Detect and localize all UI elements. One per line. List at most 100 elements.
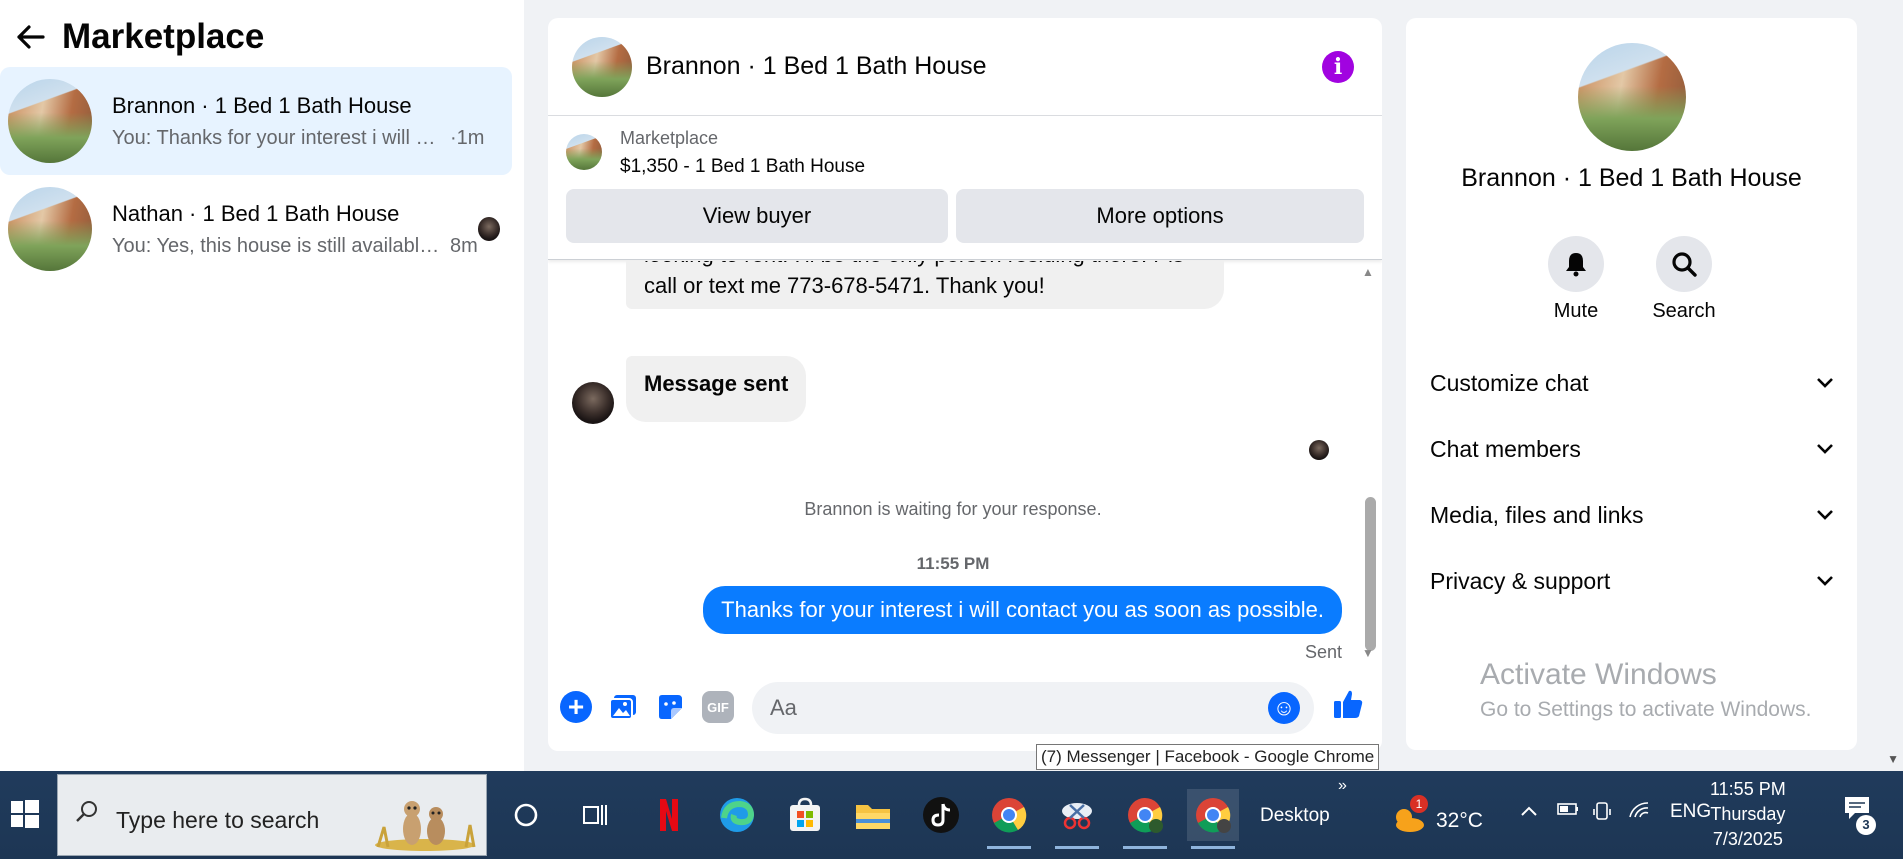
active-indicator [1055, 846, 1099, 849]
conversation-time: 8m [450, 234, 478, 257]
chevron-down-icon [1816, 571, 1834, 592]
conversation-preview: You: Thanks for your interest i will co.… [112, 126, 442, 149]
conversation-avatar [8, 79, 92, 163]
weather-widget[interactable]: 1 32°C [1390, 795, 1483, 839]
mute-button[interactable]: Mute [1536, 236, 1616, 323]
back-arrow-icon[interactable] [0, 25, 62, 49]
seen-avatar [477, 217, 500, 241]
active-indicator [1191, 846, 1235, 849]
chat-header: Brannon · 1 Bed 1 Bath House i [548, 18, 1382, 116]
scroll-up-arrow-icon[interactable]: ▲ [1362, 265, 1374, 279]
marketplace-label: Marketplace [620, 128, 719, 148]
info-icon[interactable]: i [1322, 50, 1354, 83]
cortana-icon[interactable] [500, 789, 552, 841]
clock-date: 7/3/2025 [1712, 829, 1783, 849]
chevron-up-icon[interactable] [1520, 801, 1538, 823]
taskbar: Type here to search Desktop » 1 32°C ENG… [0, 771, 1903, 859]
search-icon [74, 799, 100, 832]
chrome-icon[interactable] [983, 789, 1035, 849]
windows-start-icon[interactable] [10, 799, 40, 829]
listing-title[interactable]: $1,350 - 1 Bed 1 Bath House [620, 156, 865, 178]
photo-icon[interactable] [607, 691, 639, 723]
snipping-tool-icon[interactable] [1051, 789, 1103, 849]
listing-thumbnail[interactable] [566, 134, 602, 170]
device-icon[interactable] [1592, 801, 1612, 827]
microsoft-store-icon[interactable] [779, 789, 831, 841]
section-label: Privacy & support [1430, 568, 1611, 594]
chrome-active-window-icon[interactable] [1187, 789, 1239, 849]
profile-name: Brannon · 1 Bed 1 Bath House [1461, 164, 1802, 192]
chevron-down-icon [1816, 505, 1834, 526]
task-view-icon[interactable] [570, 789, 622, 841]
watermark-title: Activate Windows [1480, 658, 1717, 691]
active-indicator [987, 846, 1031, 849]
chevron-down-icon [1816, 439, 1834, 460]
profile-avatar[interactable] [1578, 43, 1686, 151]
meerkat-illustration-icon [375, 801, 476, 851]
scroll-down-arrow-icon[interactable]: ▼ [1362, 646, 1374, 660]
message-input-placeholder: Aa [770, 695, 797, 720]
taskbar-search-placeholder: Type here to search [116, 807, 320, 833]
bell-icon [1548, 236, 1604, 292]
incoming-message[interactable]: Message sent [626, 356, 807, 422]
toolbar-overflow-icon[interactable]: » [1338, 777, 1347, 795]
more-options-button[interactable]: More options [956, 189, 1364, 243]
weather-icon: 1 [1390, 795, 1428, 839]
clock[interactable]: 11:55 PM Thursday 7/3/2025 [1710, 777, 1786, 852]
section-label: Chat members [1430, 436, 1581, 462]
temperature: 32°C [1436, 809, 1483, 832]
section-customize-chat[interactable]: Customize chat [1430, 370, 1834, 397]
message-timestamp: 11:55 PM [916, 554, 990, 573]
language-indicator[interactable]: ENG [1670, 801, 1711, 823]
search-in-conversation-button[interactable]: Search [1644, 236, 1724, 323]
mute-label: Mute [1553, 300, 1599, 322]
chrome-profile-icon[interactable] [1119, 789, 1171, 849]
conversation-preview: You: Yes, this house is still available.… [112, 234, 442, 257]
incoming-message[interactable]: looking to rent. I'll be the only person… [626, 261, 1224, 309]
taskbar-search-box[interactable]: Type here to search [57, 774, 487, 856]
chevron-down-icon [1816, 373, 1834, 394]
page-title: Marketplace [62, 17, 265, 56]
plus-icon[interactable]: + [560, 691, 592, 723]
waiting-notice: Brannon is waiting for your response. [804, 499, 1102, 519]
netflix-icon[interactable] [643, 789, 695, 841]
section-label: Customize chat [1430, 370, 1589, 396]
clock-time: 11:55 PM [1710, 779, 1786, 799]
battery-icon[interactable] [1556, 801, 1580, 823]
watermark-subtitle: Go to Settings to activate Windows. [1480, 698, 1812, 721]
conversation-item-brannon[interactable]: Brannon · 1 Bed 1 Bath House You: Thanks… [0, 67, 512, 175]
section-media-files-links[interactable]: Media, files and links [1430, 502, 1834, 529]
tiktok-icon[interactable] [915, 789, 967, 841]
thumbs-up-icon[interactable] [1332, 688, 1364, 728]
chat-details-panel: Brannon · 1 Bed 1 Bath House Mute Search… [1406, 18, 1857, 750]
activate-windows-watermark: Activate Windows Go to Settings to activ… [1480, 658, 1812, 722]
conversation-avatar [8, 187, 92, 271]
file-explorer-icon[interactable] [847, 789, 899, 841]
message-composer: + GIF Aa ☺ [548, 678, 1382, 736]
weather-badge: 1 [1410, 795, 1428, 813]
sender-avatar[interactable] [572, 382, 614, 424]
gif-icon[interactable]: GIF [702, 691, 734, 723]
wifi-icon[interactable] [1628, 801, 1650, 825]
marketplace-listing-banner: Marketplace $1,350 - 1 Bed 1 Bath House … [548, 116, 1382, 260]
page-scroll-down-arrow-icon[interactable]: ▼ [1887, 752, 1899, 766]
read-receipt-avatar [1309, 440, 1329, 460]
section-privacy-support[interactable]: Privacy & support [1430, 568, 1834, 595]
scrollbar-thumb[interactable] [1365, 497, 1376, 651]
view-buyer-button[interactable]: View buyer [566, 189, 948, 243]
message-input[interactable]: Aa ☺ [752, 682, 1314, 734]
message-thread[interactable]: looking to rent. I'll be the only person… [548, 261, 1382, 663]
message-status: Sent [1304, 642, 1342, 662]
conversation-item-nathan[interactable]: Nathan · 1 Bed 1 Bath House You: Yes, th… [0, 175, 512, 283]
chat-title[interactable]: Brannon · 1 Bed 1 Bath House [646, 52, 1322, 81]
conversation-list-panel: Marketplace Brannon · 1 Bed 1 Bath House… [0, 0, 524, 771]
desktop-toolbar-label[interactable]: Desktop [1260, 805, 1330, 827]
sticker-icon[interactable] [654, 691, 686, 723]
left-header: Marketplace [0, 12, 264, 62]
outgoing-message[interactable]: Thanks for your interest i will contact … [703, 586, 1342, 634]
emoji-icon[interactable]: ☺ [1268, 692, 1300, 724]
section-chat-members[interactable]: Chat members [1430, 436, 1834, 463]
edge-browser-icon[interactable] [711, 789, 763, 841]
chat-avatar[interactable] [572, 36, 632, 97]
section-label: Media, files and links [1430, 502, 1644, 528]
